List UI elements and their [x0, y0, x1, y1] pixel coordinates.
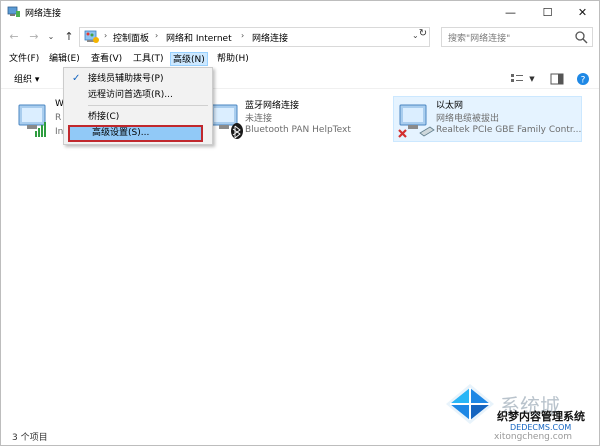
- up-button[interactable]: ↑: [62, 29, 76, 45]
- view-options-dropdown-icon[interactable]: ▼: [527, 71, 537, 87]
- wifi-adapter-icon: [18, 104, 46, 137]
- breadcrumb-separator: ›: [155, 31, 159, 40]
- address-bar[interactable]: › 控制面板 › 网络和 Internet › 网络连接 ⌄: [79, 27, 430, 47]
- forward-button[interactable]: →: [27, 29, 41, 45]
- windows-logo-watermark-icon: [446, 384, 494, 424]
- menu-tools[interactable]: 工具(T): [131, 52, 166, 66]
- advanced-menu-dropdown: ✓ 接线员辅助拨号(P) 远程访问首选项(R)... 桥接(C) 高级设置(S)…: [63, 67, 213, 145]
- menu-view[interactable]: 查看(V): [89, 52, 124, 66]
- help-icon[interactable]: ?: [575, 71, 591, 87]
- connection-status: 未连接: [245, 114, 273, 124]
- search-icon[interactable]: [574, 30, 588, 44]
- breadcrumb-control-panel[interactable]: 控制面板: [113, 31, 149, 44]
- svg-text:?: ?: [581, 76, 586, 86]
- address-row: ← → ⌄ ↑ › 控制面板 › 网络和 Internet › 网络连接 ⌄ ↻…: [1, 25, 599, 49]
- watermark-site-xitongcheng: xitongcheng.com: [494, 432, 572, 442]
- search-placeholder: 搜索"网络连接": [448, 34, 511, 44]
- menu-help[interactable]: 帮助(H): [215, 52, 251, 66]
- menu-item-label: 高级设置(S)...: [92, 128, 150, 138]
- recent-locations-chevron-icon[interactable]: ⌄: [44, 29, 58, 45]
- menu-item-remote-access-preferences[interactable]: 远程访问首选项(R)...: [66, 87, 211, 103]
- watermark-site-dedecms-cn: 织梦内容管理系统: [497, 410, 585, 423]
- organize-button[interactable]: 组织 ▾: [14, 72, 39, 85]
- ethernet-adapter-icon: [398, 104, 435, 138]
- change-view-icon[interactable]: [509, 71, 525, 87]
- checkmark-icon: ✓: [72, 73, 81, 84]
- window-title: 网络连接: [25, 9, 62, 19]
- connection-status: R: [55, 113, 62, 123]
- close-button[interactable]: ✕: [566, 1, 599, 24]
- connection-item-wlan[interactable]: W R In: [9, 97, 69, 143]
- bluetooth-adapter-icon: [210, 104, 243, 139]
- menu-item-label: 远程访问首选项(R)...: [88, 90, 173, 100]
- menu-item-label: 桥接(C): [88, 112, 120, 122]
- menu-item-operator-assisted-dialing[interactable]: ✓ 接线员辅助拨号(P): [66, 71, 211, 87]
- item-count: 3 个项目: [12, 433, 48, 443]
- menu-item-label: 接线员辅助拨号(P): [88, 74, 164, 84]
- connection-device: Bluetooth PAN HelpText: [245, 125, 351, 135]
- refresh-button[interactable]: ↻: [416, 28, 430, 44]
- network-connections-icon: [7, 6, 20, 17]
- search-input[interactable]: 搜索"网络连接": [441, 27, 593, 47]
- status-bar: 3 个项目 xitongcheng.com: [1, 426, 599, 446]
- back-button[interactable]: ←: [7, 29, 21, 45]
- title-bar: 网络连接 — ☐ ✕: [1, 1, 599, 24]
- menu-item-bridge[interactable]: 桥接(C): [66, 109, 211, 125]
- explorer-window: 网络连接 — ☐ ✕ ← → ⌄ ↑ › 控制面板 › 网络和 Internet…: [0, 0, 600, 446]
- connection-status: 网络电缆被拔出: [436, 114, 500, 124]
- breadcrumb-separator: ›: [104, 31, 108, 40]
- connection-name: 蓝牙网络连接: [245, 101, 300, 111]
- breadcrumb-network-internet[interactable]: 网络和 Internet: [166, 31, 232, 44]
- minimize-button[interactable]: —: [494, 1, 527, 24]
- connection-item-ethernet[interactable]: 以太网 网络电缆被拔出 Realtek PCIe GBE Family Cont…: [393, 96, 582, 142]
- connection-device: Realtek PCIe GBE Family Contr...: [436, 125, 582, 135]
- connection-name: 以太网: [436, 101, 464, 111]
- menu-separator: [88, 105, 208, 106]
- control-panel-icon: [84, 30, 99, 43]
- menu-advanced[interactable]: 高级(N): [170, 52, 208, 66]
- menu-item-advanced-settings[interactable]: 高级设置(S)...: [68, 125, 203, 142]
- connection-item-bluetooth[interactable]: 蓝牙网络连接 未连接 Bluetooth PAN HelpText: [207, 97, 385, 143]
- menu-bar: 文件(F) 编辑(E) 查看(V) 工具(T) 高级(N) 帮助(H): [1, 50, 599, 68]
- breadcrumb-separator: ›: [241, 31, 245, 40]
- menu-file[interactable]: 文件(F): [7, 52, 41, 66]
- preview-pane-icon[interactable]: [549, 71, 565, 87]
- maximize-button[interactable]: ☐: [531, 1, 564, 24]
- menu-edit[interactable]: 编辑(E): [47, 52, 82, 66]
- breadcrumb-network-connections[interactable]: 网络连接: [252, 31, 288, 44]
